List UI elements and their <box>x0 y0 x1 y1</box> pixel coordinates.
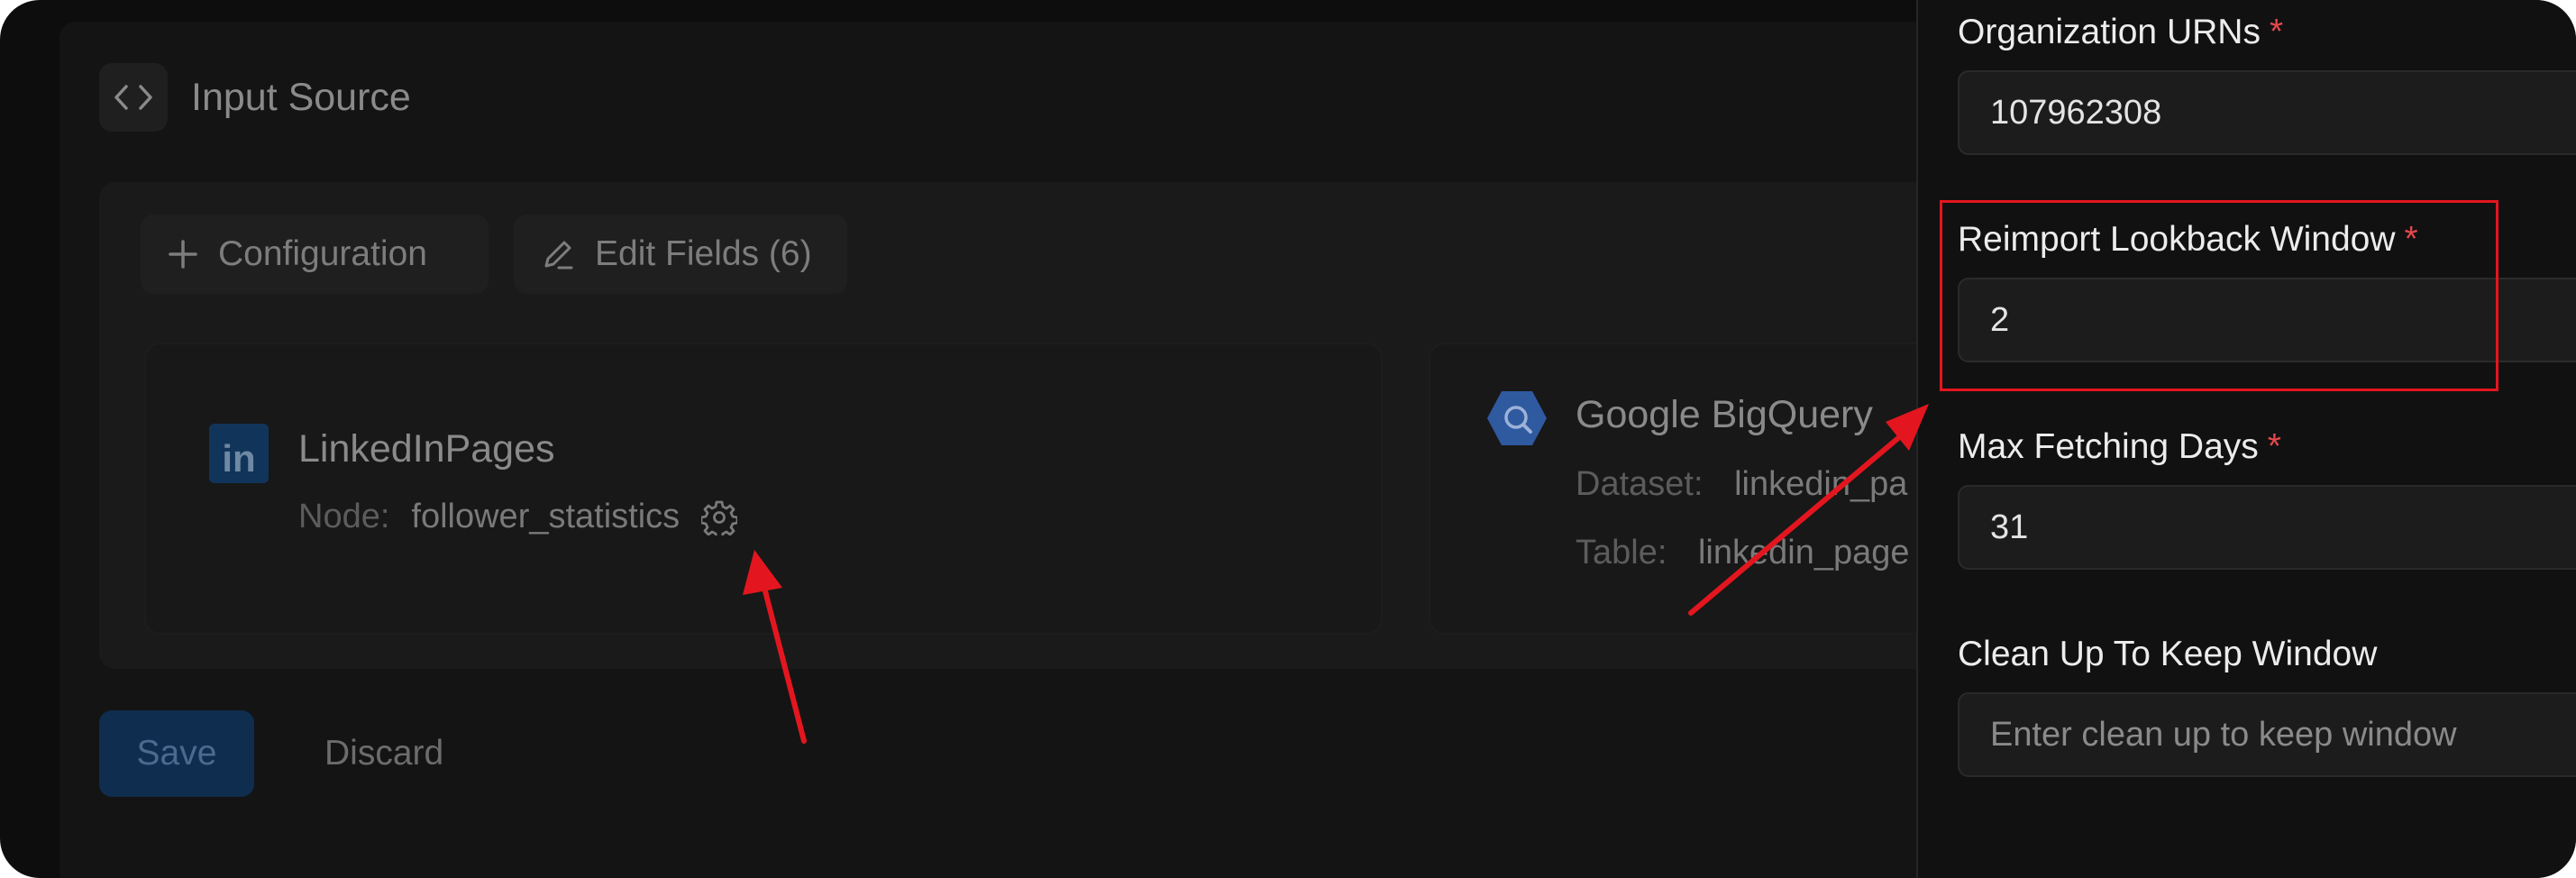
annotation-arrow-to-field <box>1688 404 1929 616</box>
screenshot-frame: Input Source Configuration Edit Fields (… <box>0 0 2576 878</box>
annotation-arrows <box>743 404 1929 744</box>
annotation-arrow-to-gear <box>743 550 807 744</box>
